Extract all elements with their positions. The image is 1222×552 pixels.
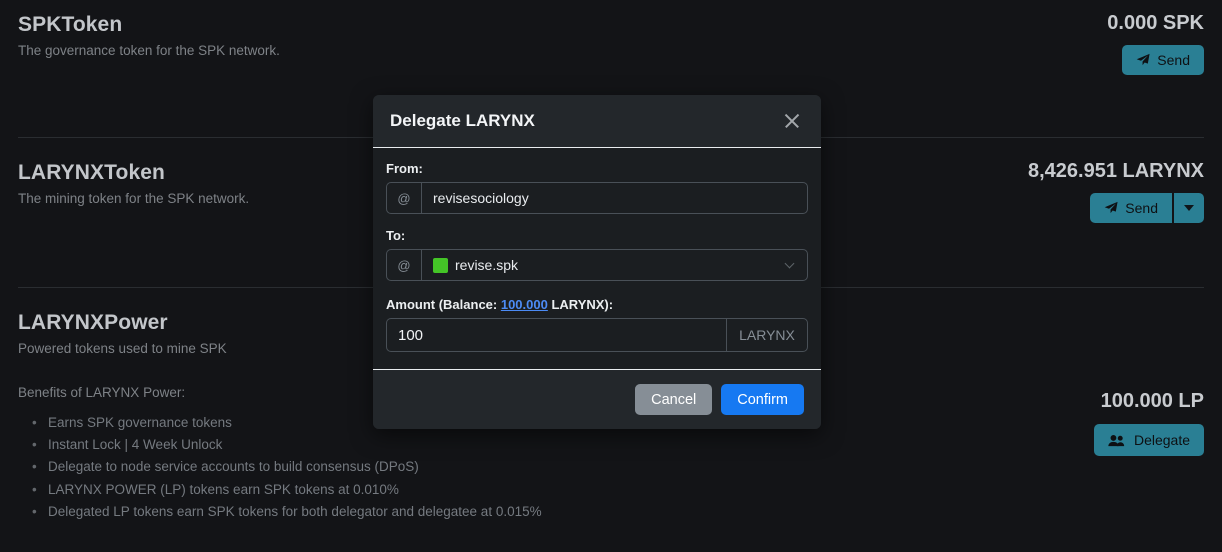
- send-button-spk[interactable]: Send: [1122, 45, 1204, 75]
- amount-label: Amount (Balance: 100.000 LARYNX):: [386, 297, 808, 312]
- token-description: The governance token for the SPK network…: [18, 43, 280, 58]
- at-sign-icon: @: [386, 249, 421, 281]
- delegate-button-label: Delegate: [1133, 432, 1190, 448]
- send-button-label: Send: [1125, 200, 1158, 216]
- amount-unit-label: LARYNX: [726, 318, 808, 352]
- amount-input[interactable]: [386, 318, 726, 352]
- to-select-value: revise.spk: [455, 257, 519, 273]
- send-button-label: Send: [1157, 52, 1190, 68]
- delegate-button[interactable]: Delegate: [1093, 424, 1204, 456]
- token-balance: 0.000 SPK: [1107, 12, 1204, 34]
- modal-footer: Cancel Confirm: [373, 369, 821, 429]
- to-field-group: @ revise.spk: [386, 249, 808, 281]
- amount-field-group: LARYNX: [386, 318, 808, 352]
- token-balance: 8,426.951 LARYNX: [1027, 160, 1204, 182]
- account-color-badge: [433, 257, 448, 273]
- send-button-larynx[interactable]: Send: [1090, 193, 1172, 223]
- list-item: Delegated LP tokens earn SPK tokens for …: [18, 501, 1204, 523]
- send-icon: [1136, 53, 1150, 66]
- balance-link[interactable]: 100.000: [501, 297, 548, 312]
- from-field-group: @: [386, 182, 808, 214]
- send-split-button-larynx[interactable]: Send: [1090, 193, 1204, 223]
- cancel-button[interactable]: Cancel: [635, 384, 713, 415]
- modal-title: Delegate LARYNX: [390, 111, 535, 130]
- chevron-down-icon: [784, 258, 795, 269]
- amount-label-prefix: Amount (Balance:: [386, 297, 501, 312]
- users-icon: [1108, 434, 1125, 446]
- chevron-down-icon: [1184, 205, 1194, 211]
- from-input[interactable]: [421, 182, 808, 214]
- token-balance: 100.000 LP: [1100, 390, 1204, 412]
- to-select[interactable]: revise.spk: [421, 249, 808, 281]
- send-dropdown-toggle[interactable]: [1174, 193, 1204, 223]
- send-icon: [1104, 201, 1118, 214]
- amount-label-suffix: LARYNX):: [547, 297, 614, 312]
- from-label: From:: [386, 161, 423, 176]
- token-title: SPKToken: [18, 13, 123, 36]
- list-item: Instant Lock | 4 Week Unlock: [18, 434, 1204, 456]
- confirm-button[interactable]: Confirm: [721, 384, 804, 415]
- wallet-page: SPKToken The governance token for the SP…: [0, 0, 1222, 552]
- list-item: Delegate to node service accounts to bui…: [18, 456, 1204, 478]
- delegate-modal: Delegate LARYNX From: @ To: @ revise.spk: [373, 95, 821, 429]
- modal-header: Delegate LARYNX: [373, 95, 821, 148]
- at-sign-icon: @: [386, 182, 421, 214]
- list-item: LARYNX POWER (LP) tokens earn SPK tokens…: [18, 479, 1204, 501]
- modal-body: From: @ To: @ revise.spk Amount (Balance…: [373, 148, 821, 369]
- close-icon[interactable]: [780, 109, 804, 133]
- to-label: To:: [386, 228, 406, 243]
